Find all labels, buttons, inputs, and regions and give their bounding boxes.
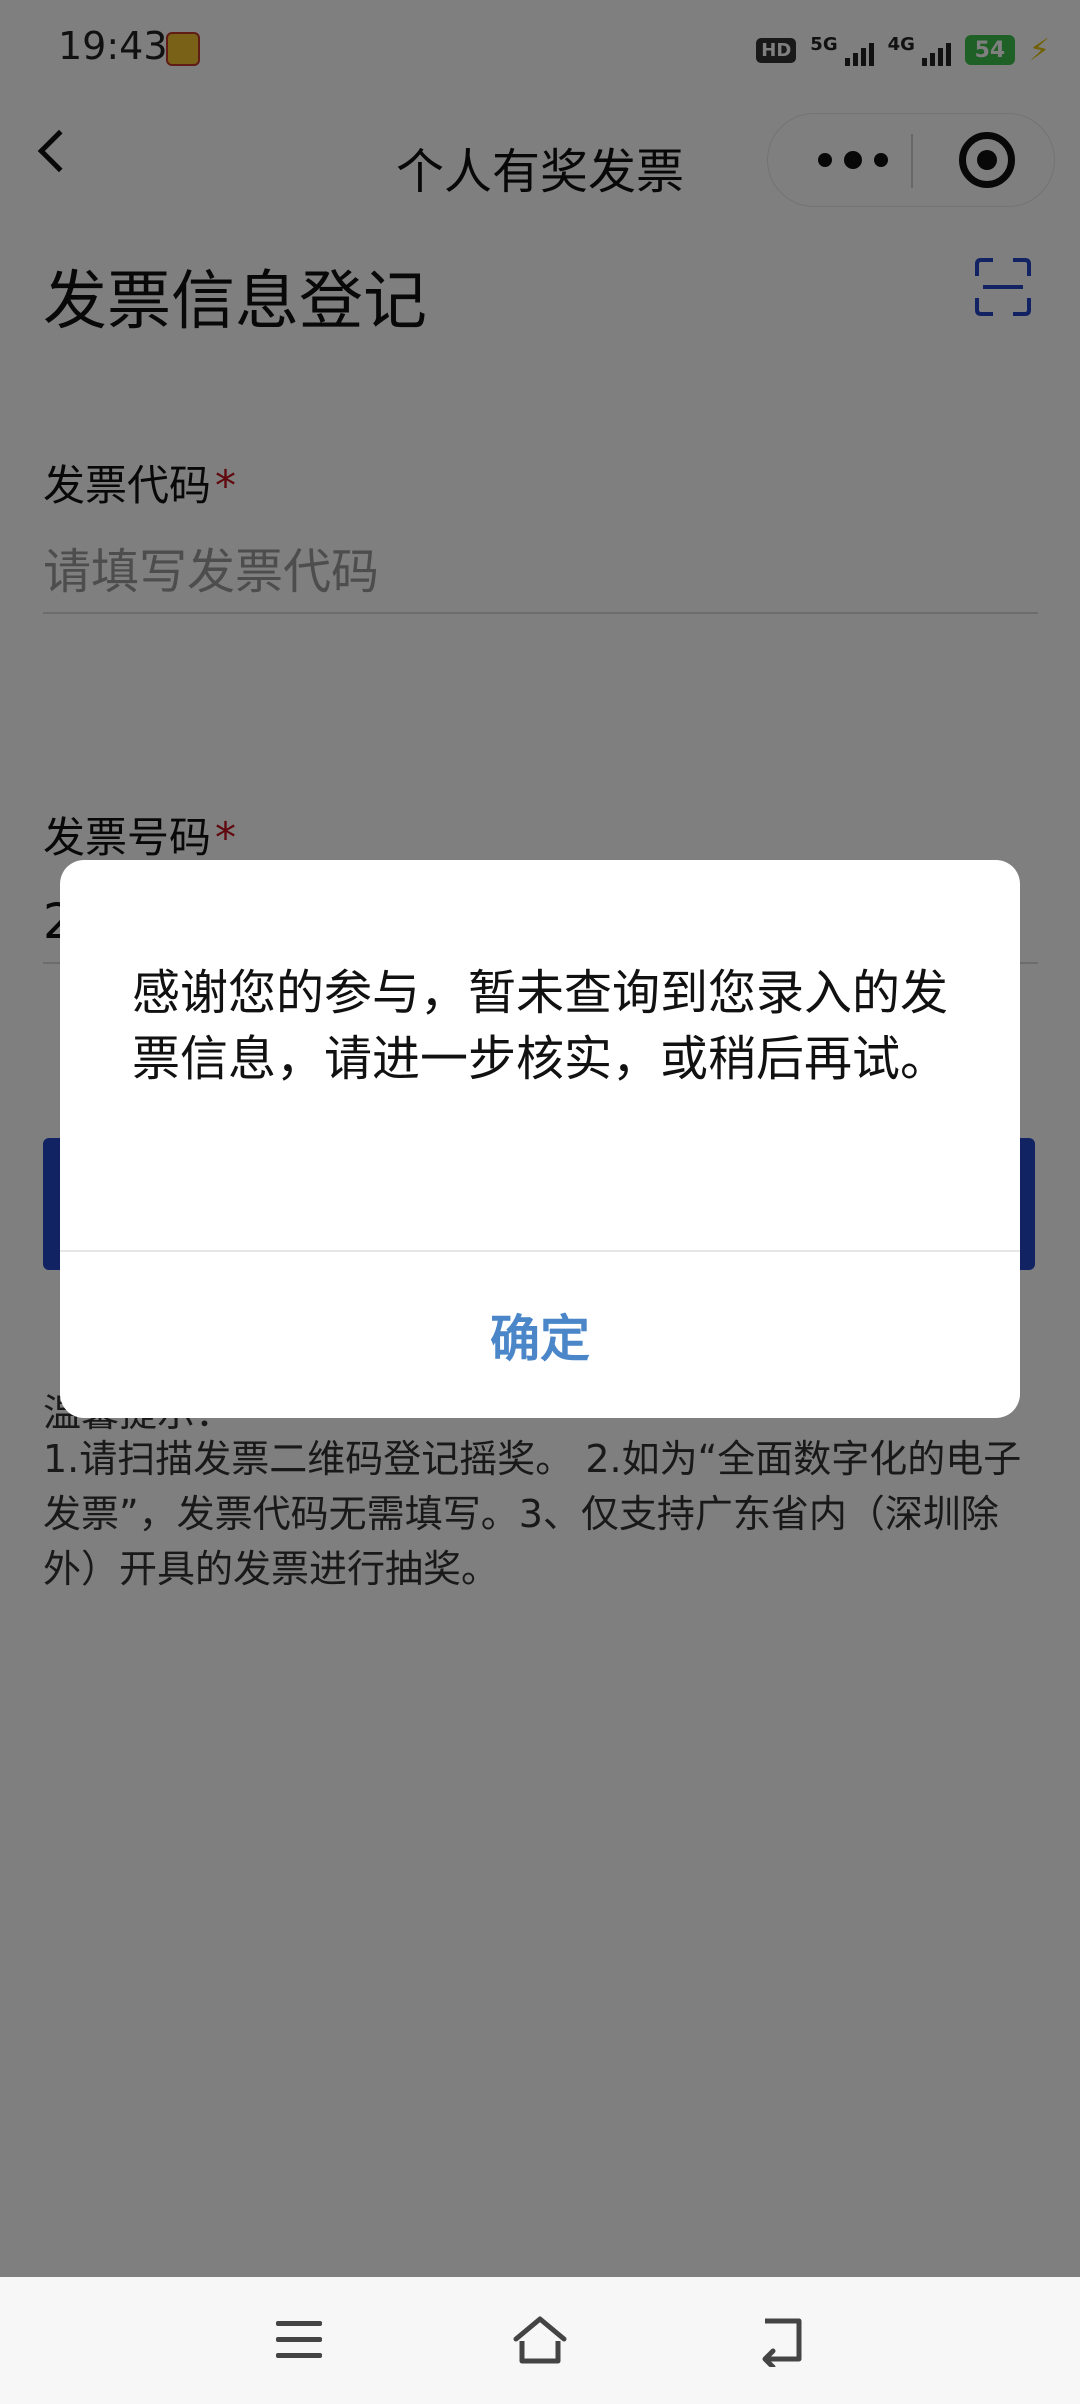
home-icon[interactable] (510, 2311, 570, 2371)
screen: 19:43 HD 5G 4G 54 ⚡ 个人有奖发票 (0, 0, 1080, 2404)
dialog-message: 感谢您的参与，暂未查询到您录入的发票信息，请进一步核实，或稍后再试。 (131, 965, 948, 1087)
menu-icon[interactable] (276, 2321, 322, 2361)
confirm-button[interactable]: 确定 (60, 1252, 1020, 1418)
system-back-icon[interactable] (755, 2313, 809, 2367)
alert-dialog: 感谢您的参与，暂未查询到您录入的发票信息，请进一步核实，或稍后再试。 确定 (60, 860, 1020, 1418)
system-nav-bar (0, 2277, 1080, 2404)
